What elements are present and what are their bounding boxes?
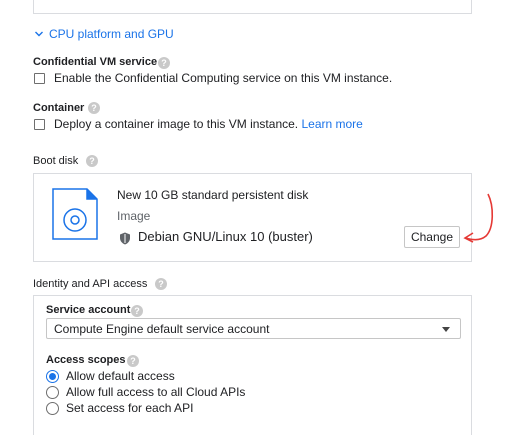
access-scopes-label: Access scopes [46,354,126,366]
cpu-platform-label: CPU platform and GPU [49,27,174,41]
help-icon[interactable]: ? [86,155,98,167]
help-icon[interactable]: ? [88,102,100,114]
boot-disk-image-label: Image [117,209,151,223]
identity-card: Service account ? Compute Engine default… [33,295,472,435]
scope-full-radio[interactable] [46,386,59,399]
shield-icon [120,232,130,245]
boot-disk-title: Boot disk [33,155,79,167]
learn-more-link[interactable]: Learn more [301,117,362,131]
help-icon[interactable]: ? [155,278,167,290]
boot-disk-description: New 10 GB standard persistent disk [117,188,309,202]
service-account-label: Service account [46,304,131,316]
help-icon[interactable]: ? [158,57,170,69]
chevron-down-icon [35,31,43,37]
container-title: Container [33,102,85,114]
container-checkbox-label: Deploy a container image to this VM inst… [54,117,363,131]
confidential-vm-title: Confidential VM service [33,56,158,68]
change-button-label: Change [410,230,454,244]
previous-section-card [33,0,472,14]
annotation-arrow-icon [463,193,494,243]
scope-default-label: Allow default access [66,369,175,383]
help-icon[interactable]: ? [127,355,139,367]
change-boot-disk-button[interactable]: Change [404,226,460,248]
disk-icon [52,188,98,240]
scope-each-label: Set access for each API [66,401,194,415]
scope-full-label: Allow full access to all Cloud APIs [66,385,246,399]
boot-disk-card: New 10 GB standard persistent disk Image… [33,173,472,262]
scope-each-radio[interactable] [46,402,59,415]
container-checkbox[interactable] [34,119,45,130]
confidential-vm-checkbox[interactable] [34,73,45,84]
container-checkbox-text: Deploy a container image to this VM inst… [54,117,299,131]
identity-title: Identity and API access [33,278,148,290]
service-account-select[interactable]: Compute Engine default service account [46,318,461,339]
service-account-value: Compute Engine default service account [54,322,270,336]
boot-disk-image-name: Debian GNU/Linux 10 (buster) [138,229,313,244]
confidential-vm-checkbox-label: Enable the Confidential Computing servic… [54,71,393,85]
cpu-platform-expander[interactable]: CPU platform and GPU [34,26,174,42]
scope-default-radio[interactable] [46,370,59,383]
dropdown-arrow-icon [442,327,450,332]
help-icon[interactable]: ? [131,305,143,317]
